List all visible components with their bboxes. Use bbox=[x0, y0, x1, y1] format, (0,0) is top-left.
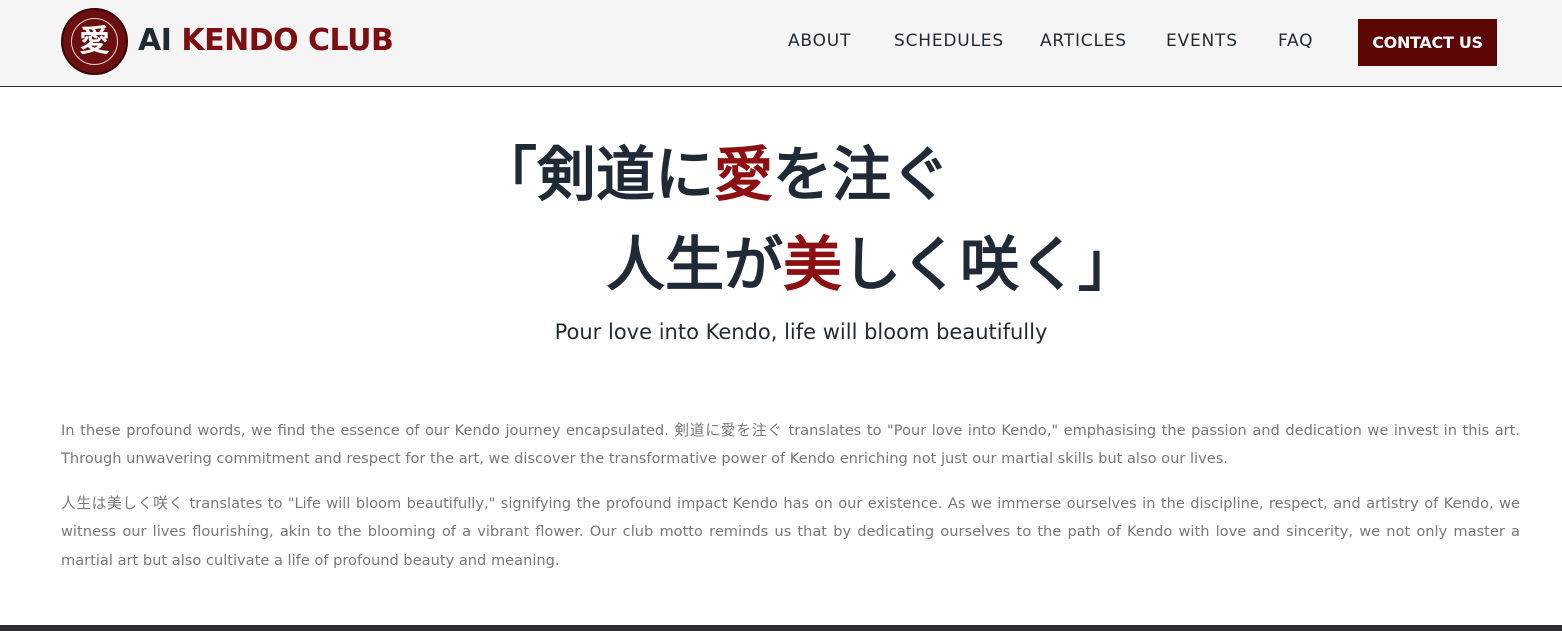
hero-line-1-start: 「剣道に bbox=[478, 140, 715, 209]
intro-paragraph-1: In these profound words, we find the ess… bbox=[61, 422, 1520, 468]
hero-line-1-end: を注ぐ bbox=[773, 140, 951, 209]
nav-articles[interactable]: ARTICLES bbox=[1040, 31, 1127, 51]
club-logo[interactable]: 愛 bbox=[61, 8, 128, 75]
hero-line-2-highlight: 美 bbox=[783, 230, 843, 299]
site-header: 愛 AI KENDO CLUB ABOUT SCHEDULES ARTICLES… bbox=[0, 0, 1562, 87]
intro-paragraph-2: 人生は美しく咲く translates to "Life will bloom … bbox=[61, 495, 1520, 569]
hero-line-2-end: しく咲く」 bbox=[842, 230, 1138, 299]
hero-line-2-start: 人生が bbox=[606, 230, 784, 299]
footer-bar bbox=[0, 625, 1562, 631]
nav-events[interactable]: EVENTS bbox=[1166, 31, 1238, 51]
brand-rest: KENDO CLUB bbox=[181, 23, 394, 58]
hero-line-2: 人生が美しく咲く」 bbox=[606, 230, 1137, 300]
brand-name[interactable]: AI KENDO CLUB bbox=[138, 23, 394, 58]
hero-line-1: 「剣道に愛を注ぐ bbox=[478, 140, 950, 210]
nav-faq[interactable]: FAQ bbox=[1278, 31, 1313, 51]
brand-ai: AI bbox=[138, 23, 172, 58]
hero-subtitle: Pour love into Kendo, life will bloom be… bbox=[554, 320, 1048, 344]
hero-line-1-highlight: 愛 bbox=[714, 140, 774, 209]
contact-us-button[interactable]: CONTACT US bbox=[1358, 19, 1497, 66]
nav-about[interactable]: ABOUT bbox=[788, 31, 851, 51]
nav-schedules[interactable]: SCHEDULES bbox=[894, 31, 1004, 51]
logo-kanji: 愛 bbox=[79, 24, 110, 59]
